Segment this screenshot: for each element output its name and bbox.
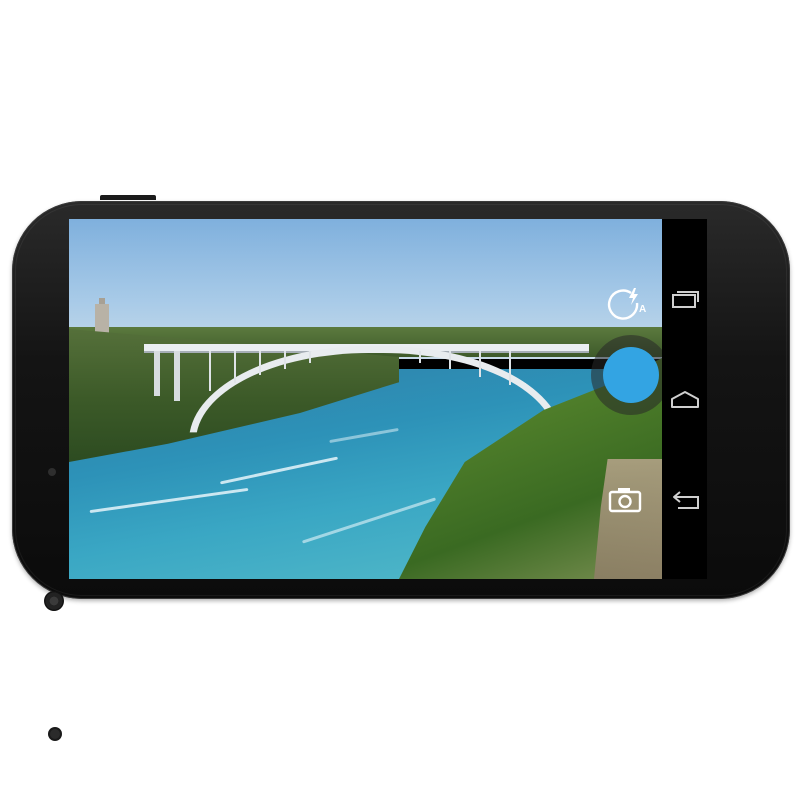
recents-icon <box>672 291 699 308</box>
home-icon <box>671 391 699 408</box>
recents-button[interactable] <box>666 282 704 316</box>
navigation-bar <box>662 219 707 579</box>
front-camera <box>48 468 56 476</box>
bridge-hanger <box>509 351 511 385</box>
bridge-pier <box>154 351 160 396</box>
camera-controls: A <box>587 219 662 579</box>
bridge-hanger <box>419 351 421 363</box>
camera-icon <box>608 488 642 513</box>
camera-viewfinder[interactable]: A <box>69 219 662 579</box>
flash-mode-button[interactable]: A <box>603 285 649 325</box>
power-button[interactable] <box>100 195 156 200</box>
bridge-hanger <box>234 351 236 383</box>
flash-mode-label: A <box>639 304 646 315</box>
proximity-sensor <box>50 729 60 739</box>
camera-mode-button[interactable] <box>607 485 643 513</box>
back-button[interactable] <box>666 483 704 517</box>
bridge-hanger <box>259 351 261 375</box>
bridge-hanger <box>209 351 211 391</box>
bridge-hanger <box>479 351 481 377</box>
bridge-hanger <box>309 351 311 363</box>
screen: A <box>69 219 707 579</box>
back-icon <box>673 491 699 509</box>
bridge-hanger <box>284 351 286 369</box>
home-button[interactable] <box>666 383 704 417</box>
shutter-button[interactable] <box>603 347 659 403</box>
bridge-hanger <box>449 351 451 369</box>
flash-auto-icon: A <box>607 288 646 320</box>
earpiece-speaker <box>44 591 64 611</box>
bridge-pier <box>174 351 180 401</box>
